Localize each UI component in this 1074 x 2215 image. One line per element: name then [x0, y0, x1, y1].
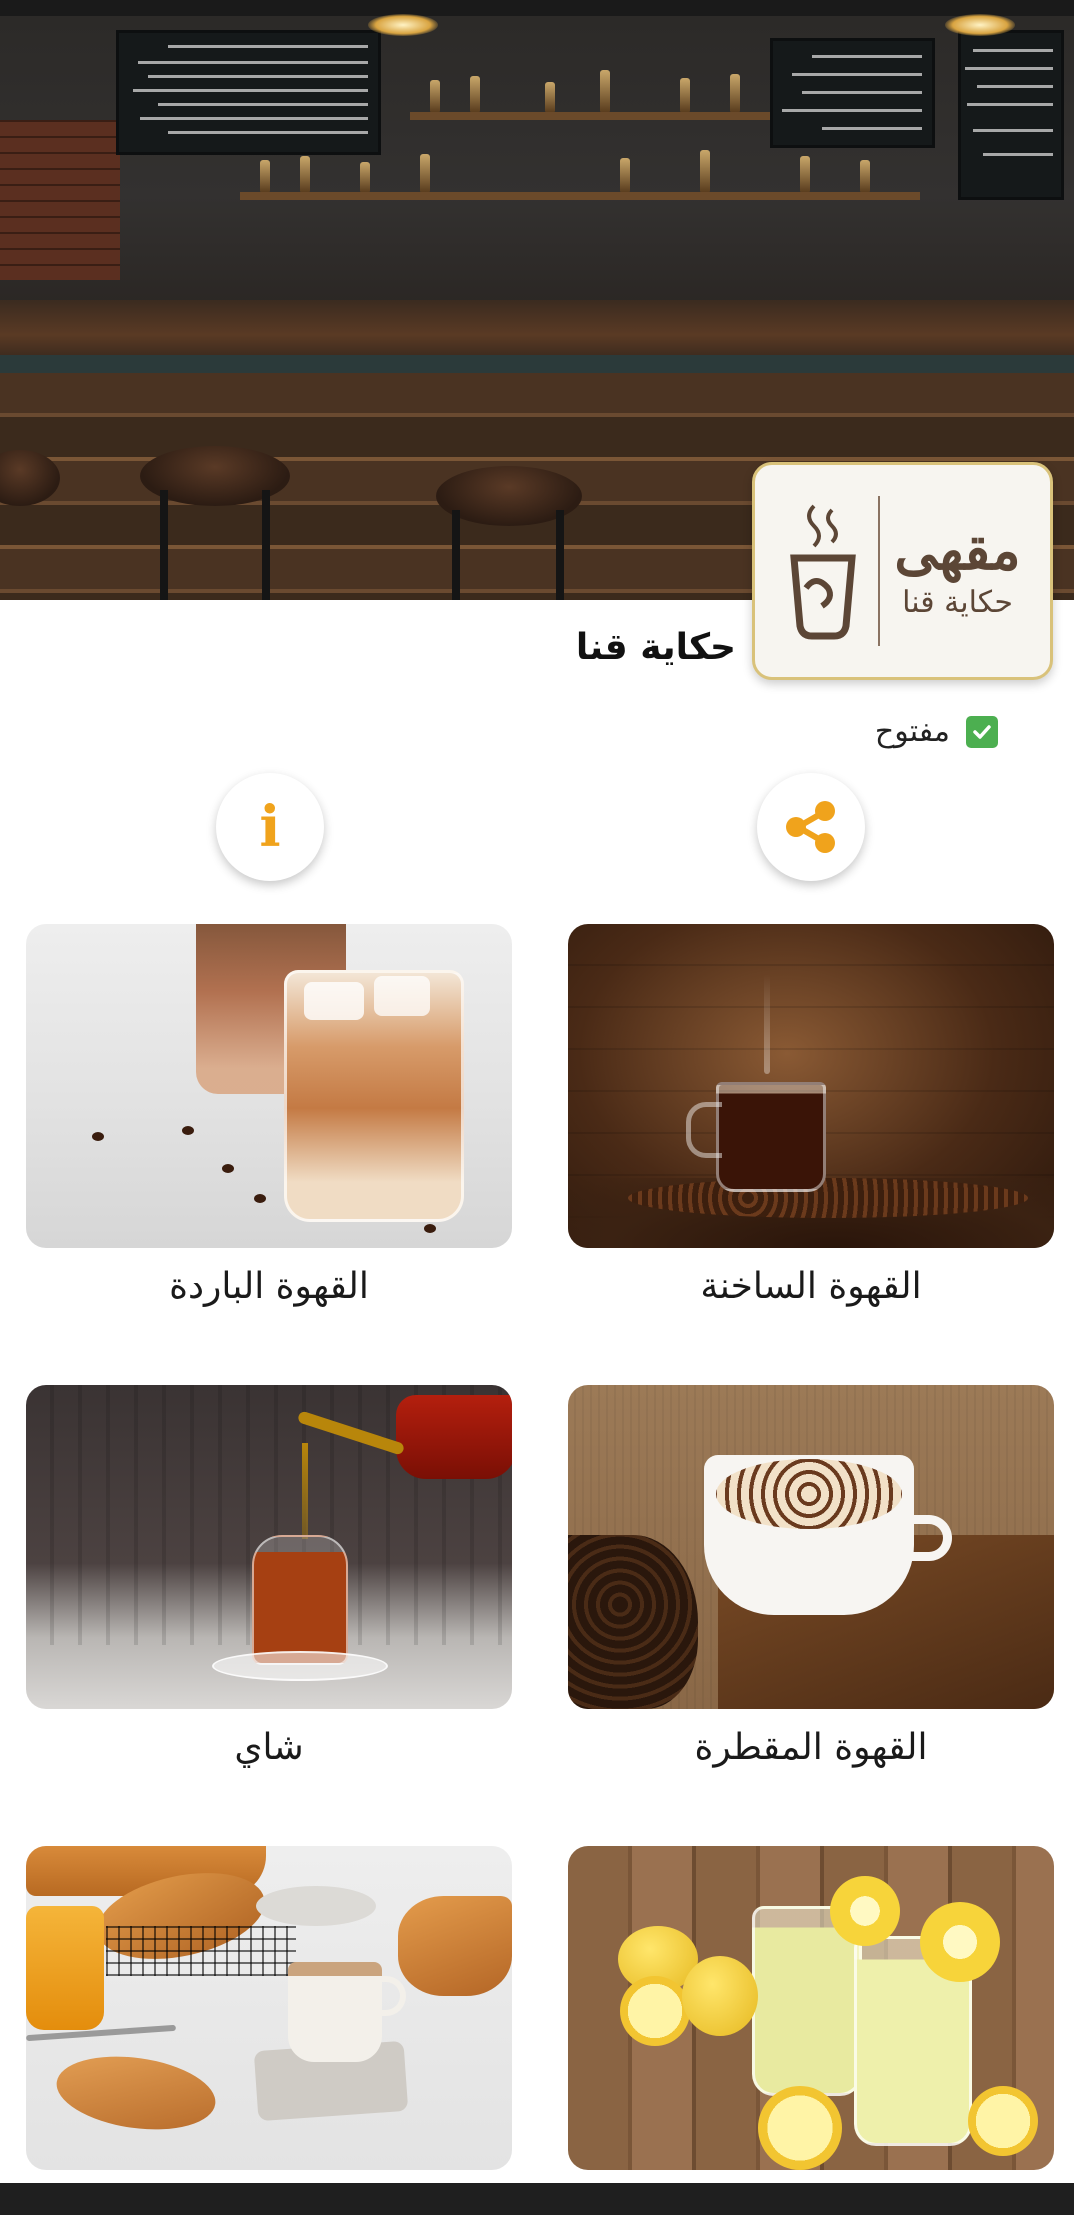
system-nav-bar	[0, 2183, 1074, 2215]
info-icon: i	[259, 794, 281, 860]
share-icon	[786, 801, 835, 853]
bakery-image	[26, 1846, 512, 2170]
category-card-drip-coffee[interactable]: القهوة المقطرة	[568, 1385, 1054, 1768]
hero-bottle	[470, 76, 480, 112]
hero-bottle	[860, 160, 870, 192]
share-button[interactable]	[757, 773, 865, 881]
hero-brick-wall	[0, 120, 120, 280]
category-card-tea[interactable]: شاي	[26, 1385, 512, 1768]
info-button[interactable]: i	[216, 773, 324, 881]
drip-coffee-image	[568, 1385, 1054, 1709]
category-label: القهوة المقطرة	[694, 1727, 928, 1768]
lemonade-image	[568, 1846, 1054, 2170]
hero-bottle	[420, 154, 430, 192]
check-icon	[966, 715, 998, 748]
hero-shelf	[240, 192, 920, 200]
shop-title: حكاية قنا	[575, 627, 736, 668]
hot-coffee-image	[568, 924, 1054, 1248]
hero-menu-board	[770, 38, 935, 148]
hero-stool-leg	[160, 490, 168, 600]
open-status: مفتوح	[875, 714, 998, 749]
hero-menu-board	[958, 30, 1064, 200]
hero-counter-top	[0, 355, 1074, 373]
cold-coffee-image	[26, 924, 512, 1248]
logo-subtitle: حكاية قنا	[902, 584, 1013, 620]
hero-bottle	[300, 156, 310, 192]
category-card-hot-coffee[interactable]: القهوة الساخنة	[568, 924, 1054, 1307]
category-card-bakery[interactable]	[26, 1846, 512, 2188]
hero-stool-leg	[452, 510, 460, 600]
hero-bottle	[600, 70, 610, 112]
status-label: مفتوح	[874, 714, 950, 749]
logo-title: مقهى	[894, 517, 1021, 582]
category-card-cold-coffee[interactable]: القهوة الباردة	[26, 924, 512, 1307]
hero-bottle	[620, 158, 630, 192]
hero-bottle	[260, 160, 270, 192]
hero-bottle	[360, 162, 370, 192]
hero-shelf	[410, 112, 770, 120]
category-label: القهوة الباردة	[169, 1266, 369, 1307]
hero-stool-leg	[556, 510, 564, 600]
hero-bottle	[730, 74, 740, 112]
hero-stool-leg	[262, 490, 270, 600]
shop-logo: مقهى حكاية قنا	[752, 462, 1053, 680]
hero-lamp	[368, 14, 438, 36]
hero-bottle	[430, 80, 440, 112]
hero-bottle	[680, 78, 690, 112]
hero-bottle	[800, 156, 810, 192]
category-card-lemonade[interactable]	[568, 1846, 1054, 2188]
tea-image	[26, 1385, 512, 1709]
hero-bottle	[700, 150, 710, 192]
hero-bottle	[545, 82, 555, 112]
status-bar	[0, 0, 1074, 16]
logo-wordmark: مقهى حكاية قنا	[894, 523, 1020, 620]
coffee-cup-logo-icon	[790, 504, 857, 640]
hero-lamp	[945, 14, 1015, 36]
hero-menu-board	[116, 30, 381, 155]
category-label: شاي	[234, 1727, 304, 1768]
logo-divider	[878, 496, 881, 646]
category-label: القهوة الساخنة	[700, 1266, 922, 1307]
